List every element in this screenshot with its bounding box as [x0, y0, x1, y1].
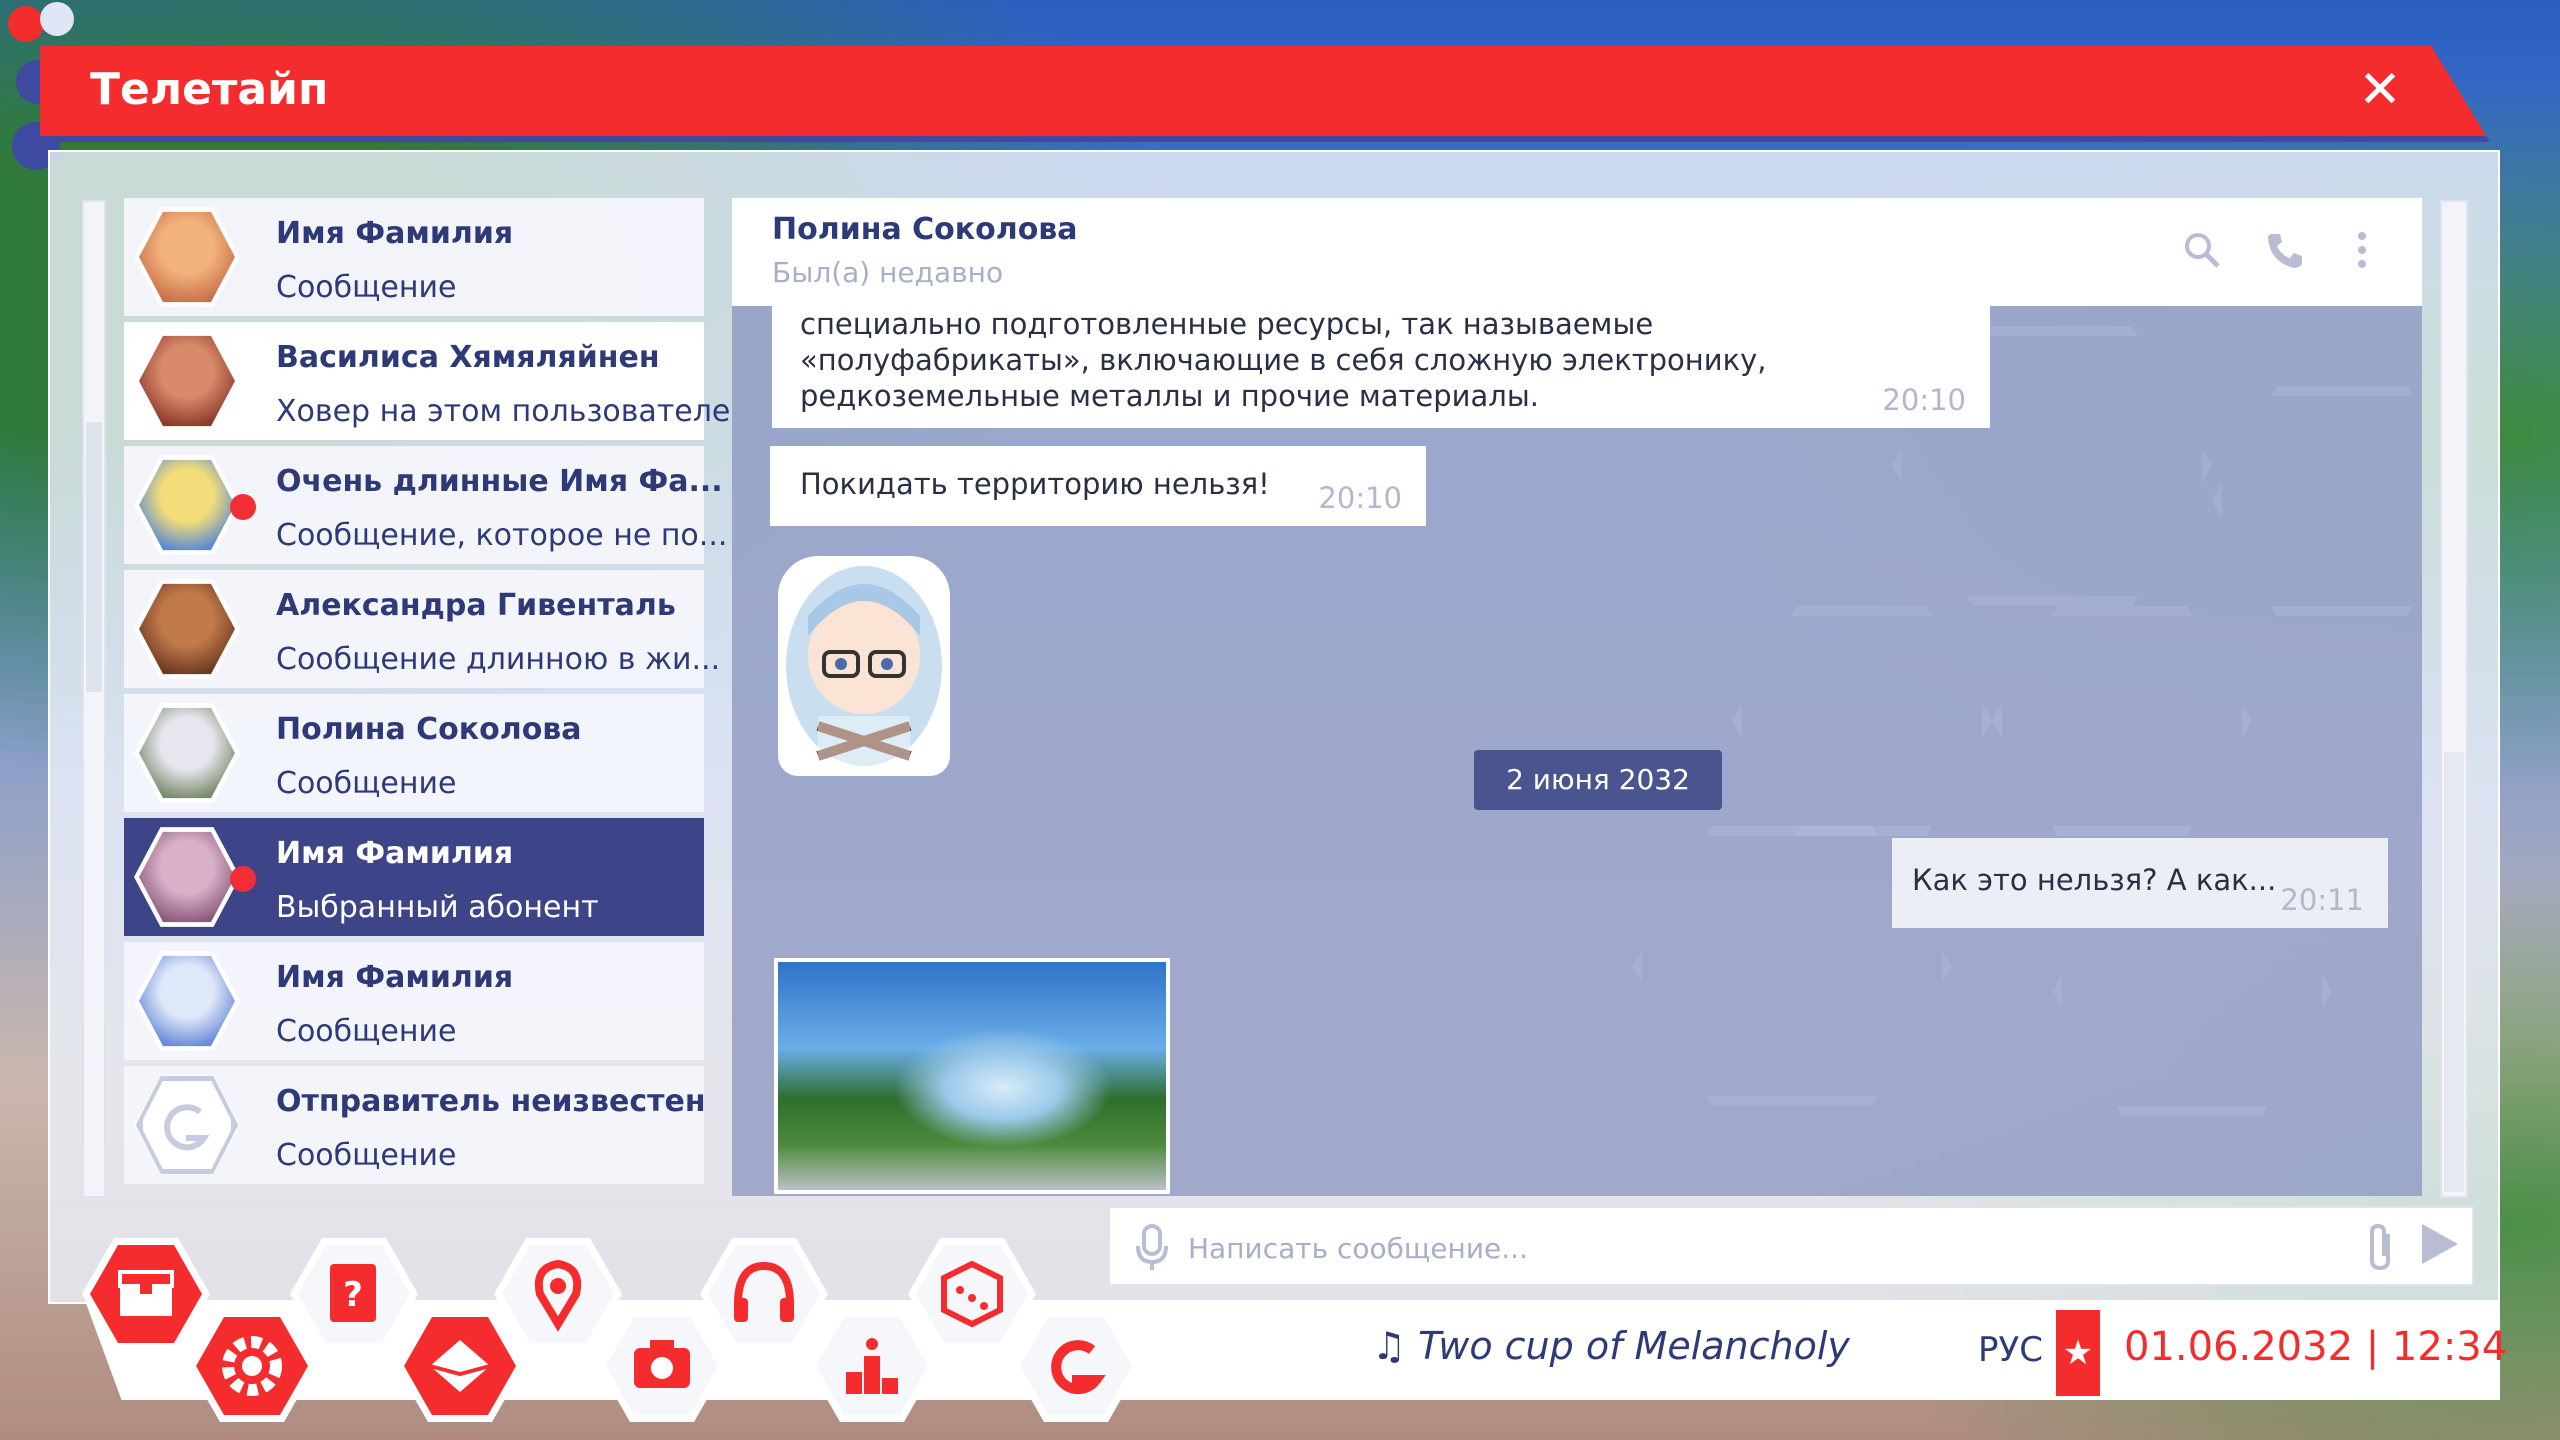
contact-name: Отправитель неизвестен: [276, 1084, 706, 1119]
contact-item[interactable]: Василиса Хямяляйнен Ховер на этом пользо…: [124, 322, 730, 440]
message-time: 20:11: [2280, 883, 2364, 917]
clock: 01.06.2032 | 12:34: [2124, 1324, 2508, 1370]
decor-hex: [1732, 606, 1992, 836]
unknown-sender-logo-icon: [135, 1076, 239, 1174]
avatar: [134, 455, 240, 555]
unread-indicator: [230, 494, 256, 520]
contacts-scroll-thumb[interactable]: [86, 422, 102, 692]
photo-attachment[interactable]: [774, 958, 1170, 1194]
avatar: [134, 703, 240, 803]
contact-list: Имя Фамилия Сообщение Василиса Хямяляйне…: [124, 198, 730, 1190]
chat-header: Полина Соколова Был(а) недавно: [732, 198, 2422, 306]
contact-last-message: Сообщение: [276, 270, 457, 305]
contact-item[interactable]: Полина Соколова Сообщение: [124, 694, 704, 812]
contact-last-message: Сообщение: [276, 1138, 457, 1173]
contact-last-message: Сообщение: [276, 1014, 457, 1049]
more-vertical-icon[interactable]: [2340, 228, 2384, 272]
photo-image: [778, 962, 1166, 1190]
message-time: 20:10: [1318, 481, 1402, 515]
search-icon[interactable]: [2180, 228, 2224, 272]
contact-item[interactable]: Имя Фамилия Выбранный абонент: [124, 818, 704, 936]
now-playing[interactable]: ♫ Two cup of Melancholy: [1372, 1324, 1850, 1368]
window-title: Телетайп: [90, 64, 329, 115]
contact-name: Полина Соколова: [276, 712, 582, 747]
avatar: [134, 331, 240, 431]
contact-name: Имя Фамилия: [276, 836, 514, 871]
contact-name: Имя Фамилия: [276, 216, 514, 251]
outgoing-message: Как это нельзя? А как... 20:11: [1892, 838, 2388, 928]
contact-item[interactable]: Очень длинные Имя Фа... Сообщение, котор…: [124, 446, 727, 564]
sticker-image[interactable]: [778, 556, 950, 776]
contact-item[interactable]: Имя Фамилия Сообщение: [124, 942, 704, 1060]
contact-item[interactable]: Александра Гивенталь Сообщение длинною в…: [124, 570, 720, 688]
message-text: специально подготовленные ресурсы, так н…: [800, 307, 1767, 413]
message-input[interactable]: [1186, 1222, 2290, 1274]
contact-last-message: Сообщение: [276, 766, 457, 801]
decor-dot-white: [40, 2, 74, 36]
avatar: [134, 951, 240, 1051]
send-icon[interactable]: [2422, 1224, 2458, 1264]
decor-dot-red: [8, 6, 44, 42]
avatar: [134, 207, 240, 307]
contact-last-message: Ховер на этом пользователе: [276, 394, 731, 429]
contact-name: Имя Фамилия: [276, 960, 514, 995]
date-separator: 2 июня 2032: [1474, 750, 1722, 810]
favorite-star-icon[interactable]: ★: [2056, 1310, 2100, 1396]
decor-hex: [1992, 606, 2252, 836]
chat-scroll-thumb[interactable]: [2444, 752, 2464, 1192]
message-text: Покидать территорию нельзя!: [800, 467, 1270, 501]
message-time: 20:10: [1882, 383, 1966, 417]
contact-last-message: Сообщение, которое не по...: [276, 518, 728, 553]
contact-last-message: Сообщение длинною в жи...: [276, 642, 721, 677]
close-button[interactable]: ✕: [2350, 60, 2410, 120]
incoming-message: специально подготовленные ресурсы, так н…: [772, 306, 1990, 428]
contact-item[interactable]: Отправитель неизвестен Сообщение: [124, 1066, 706, 1184]
chat-contact-name: Полина Соколова: [772, 212, 1078, 247]
microphone-icon[interactable]: [1132, 1222, 1172, 1272]
contacts-scrollbar[interactable]: [82, 200, 106, 1198]
avatar: [134, 827, 240, 927]
contact-name: Очень длинные Имя Фа...: [276, 464, 723, 499]
paperclip-icon[interactable]: [2362, 1222, 2402, 1272]
unread-indicator: [230, 866, 256, 892]
incoming-message: Покидать территорию нельзя! 20:10: [770, 446, 1426, 526]
decor-hex: [2212, 386, 2422, 616]
contact-name: Александра Гивенталь: [276, 588, 676, 623]
avatar: [134, 1075, 240, 1175]
title-bar: Телетайп ✕: [40, 46, 2490, 142]
chat-contact-status: Был(а) недавно: [772, 256, 1004, 289]
phone-icon[interactable]: [2262, 228, 2306, 272]
chat-messages-area[interactable]: специально подготовленные ресурсы, так н…: [732, 306, 2422, 1196]
contact-name: Василиса Хямяляйнен: [276, 340, 660, 375]
message-composer: [1108, 1206, 2474, 1286]
svg-text:?: ?: [343, 1275, 363, 1315]
chat-scrollbar[interactable]: [2440, 200, 2468, 1198]
contact-item[interactable]: Имя Фамилия Сообщение: [124, 198, 704, 316]
language-indicator[interactable]: РУС: [1978, 1330, 2043, 1370]
contact-last-message: Выбранный абонент: [276, 890, 599, 925]
avatar: [134, 579, 240, 679]
